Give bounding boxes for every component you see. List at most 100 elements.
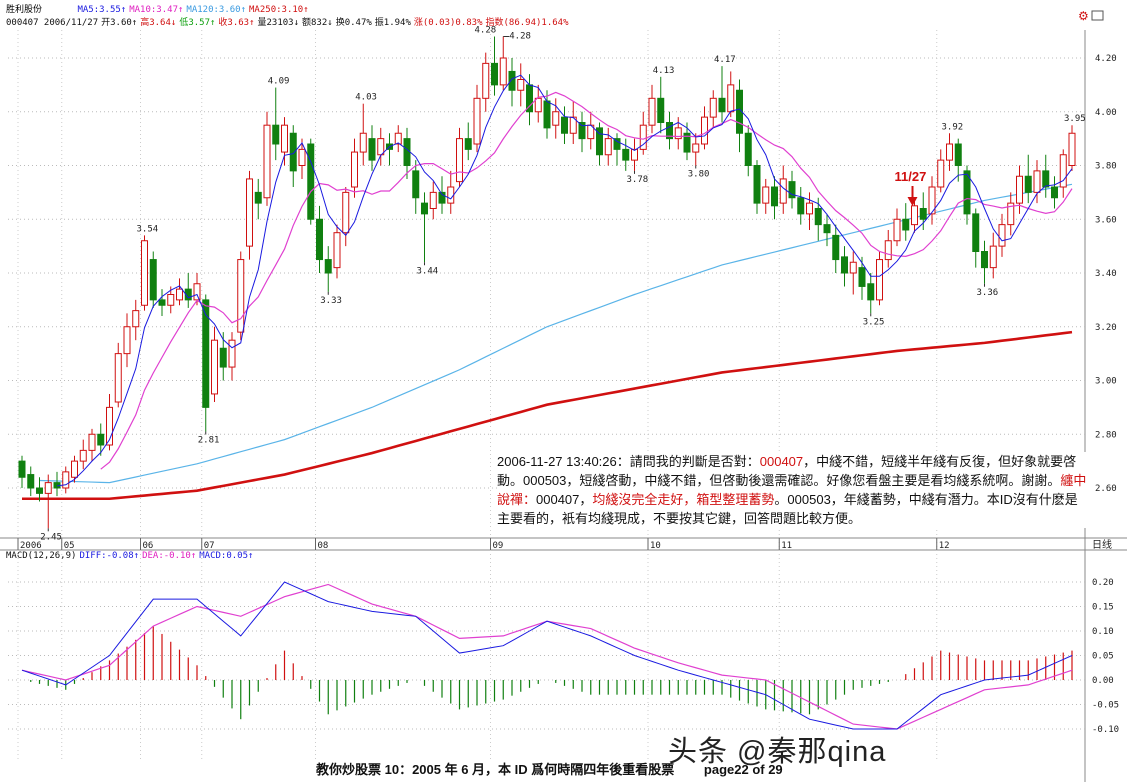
candle bbox=[569, 101, 577, 144]
candle bbox=[596, 122, 603, 166]
candle bbox=[613, 133, 621, 166]
candle bbox=[928, 176, 936, 225]
candle bbox=[44, 474, 52, 529]
candle-body bbox=[884, 240, 892, 261]
candle-body bbox=[211, 339, 218, 395]
candle bbox=[18, 455, 26, 488]
candle-body bbox=[123, 326, 131, 355]
candle bbox=[902, 203, 910, 241]
candle-body bbox=[62, 471, 70, 489]
candle-body bbox=[552, 111, 560, 126]
candle-body bbox=[202, 299, 210, 408]
candle bbox=[141, 235, 148, 311]
price-extreme-label: 3.78 bbox=[627, 175, 649, 185]
candle-body bbox=[263, 124, 271, 199]
candle-body bbox=[289, 132, 297, 172]
candle bbox=[211, 326, 218, 402]
note-segment: 000407 bbox=[759, 454, 804, 469]
candle bbox=[421, 192, 428, 263]
candle-body bbox=[412, 170, 420, 199]
candle bbox=[561, 106, 568, 144]
candle-body bbox=[718, 97, 726, 113]
candle bbox=[254, 178, 262, 220]
candle bbox=[806, 192, 813, 230]
candle-body bbox=[219, 347, 227, 368]
candle-body bbox=[316, 218, 323, 261]
candle-body bbox=[456, 138, 463, 183]
candle-body bbox=[149, 259, 157, 301]
candle-body bbox=[482, 62, 490, 99]
candle bbox=[972, 208, 980, 268]
candle-body bbox=[998, 224, 1006, 247]
down-arrow-icon bbox=[907, 197, 918, 206]
candle-body bbox=[307, 143, 315, 220]
candle-body bbox=[902, 218, 910, 231]
candle bbox=[132, 299, 140, 341]
price-extreme-label: 3.33 bbox=[320, 296, 342, 306]
candle bbox=[639, 111, 647, 155]
price-extreme-label: 4.28 bbox=[475, 26, 497, 36]
settings-icon: ⚙ bbox=[1078, 9, 1089, 23]
candle-body bbox=[298, 148, 306, 166]
macd-tick-label: -0.05 bbox=[1092, 701, 1119, 711]
chart-canvas[interactable]: 4.20 4.00 3.80 3.60 3.40 3.20 3.00 2.80 2.60 0.20… bbox=[0, 0, 1127, 782]
price-extreme-label: 4.03 bbox=[355, 93, 377, 103]
candle bbox=[604, 127, 612, 166]
candle-body bbox=[701, 116, 708, 145]
candle-body bbox=[753, 165, 761, 204]
candle-body bbox=[491, 62, 498, 86]
candle bbox=[517, 63, 525, 107]
date-tick-label: 12 bbox=[939, 541, 950, 551]
candle bbox=[692, 133, 700, 166]
price-extreme-label: 3.54 bbox=[137, 224, 159, 234]
candle bbox=[97, 423, 105, 456]
candle bbox=[499, 36, 507, 91]
candle bbox=[281, 117, 288, 166]
candle-body bbox=[499, 57, 507, 86]
macd-tick-label: 0.05 bbox=[1092, 652, 1114, 662]
candle bbox=[1042, 154, 1050, 198]
candle bbox=[447, 170, 455, 214]
candle bbox=[473, 84, 481, 153]
stock-chart-page: 胜利股份 MA5:3.55↑ MA10:3.47↑ MA120:3.60↑ MA250… bbox=[0, 0, 1127, 782]
candle-body bbox=[622, 148, 630, 161]
candle bbox=[771, 176, 778, 220]
note-segment: 000407， bbox=[536, 492, 593, 507]
candle-body bbox=[237, 259, 245, 333]
price-tick-label: 3.40 bbox=[1095, 269, 1117, 279]
candle-body bbox=[709, 97, 717, 118]
candle-body bbox=[823, 224, 831, 234]
candle-body bbox=[517, 79, 525, 91]
candle-body bbox=[814, 208, 822, 226]
candle-body bbox=[1033, 170, 1041, 193]
price-tick-label: 2.80 bbox=[1095, 430, 1117, 440]
candle-body bbox=[324, 259, 332, 274]
candle bbox=[884, 230, 892, 268]
candle-body bbox=[114, 353, 122, 403]
candle bbox=[1007, 192, 1015, 236]
candle-body bbox=[473, 97, 481, 145]
macd-tick-label: 0.10 bbox=[1092, 627, 1114, 637]
date-tick-label: 11 bbox=[781, 541, 792, 551]
candle-body bbox=[534, 97, 542, 113]
price-tick-label: 2.60 bbox=[1095, 484, 1117, 494]
candle-body bbox=[727, 84, 735, 113]
candle-body bbox=[272, 124, 280, 145]
candle bbox=[1051, 176, 1058, 209]
candle-body bbox=[946, 143, 953, 161]
candle bbox=[832, 224, 840, 273]
candle bbox=[946, 133, 953, 171]
candle bbox=[709, 90, 717, 128]
candle-body bbox=[762, 186, 770, 204]
candle-body bbox=[841, 256, 848, 274]
macd-tick-label: -0.10 bbox=[1092, 725, 1119, 735]
candle-body bbox=[176, 288, 183, 301]
candle-body bbox=[849, 261, 857, 274]
candle-body bbox=[981, 251, 988, 269]
candle-body bbox=[79, 449, 87, 462]
date-tick-label: 07 bbox=[204, 541, 215, 551]
price-extreme-label: 3.36 bbox=[977, 288, 999, 298]
candle-body bbox=[228, 339, 236, 368]
candle-body bbox=[281, 124, 288, 153]
candle bbox=[788, 170, 796, 209]
